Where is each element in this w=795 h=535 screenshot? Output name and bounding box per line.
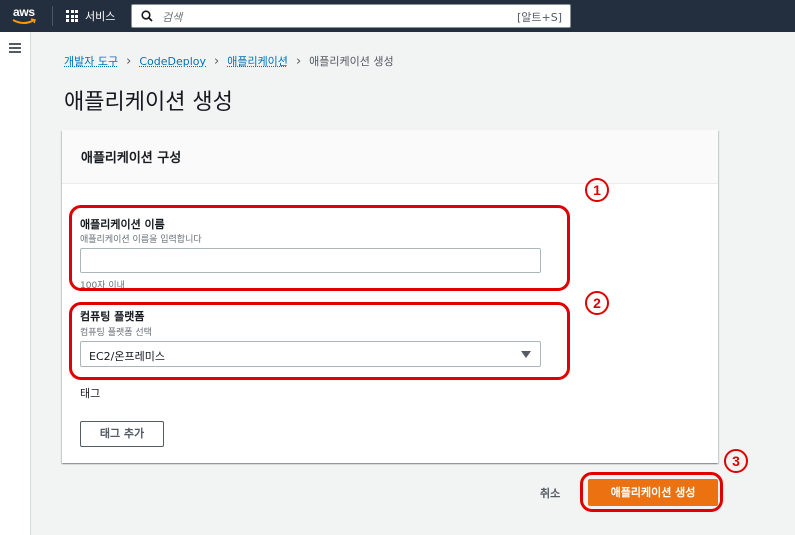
nav-divider bbox=[52, 6, 53, 26]
chevron-right-icon: › bbox=[214, 53, 220, 69]
breadcrumb-developer-tools[interactable]: 개발자 도구 bbox=[64, 53, 118, 69]
search-icon bbox=[141, 10, 153, 22]
menu-icon[interactable] bbox=[9, 43, 21, 53]
cancel-button[interactable]: 취소 bbox=[540, 485, 560, 501]
breadcrumb: 개발자 도구 › CodeDeploy › 애플리케이션 › 애플리케이션 생성 bbox=[64, 53, 394, 69]
annotation-number-2: 2 bbox=[585, 291, 609, 315]
panel-title: 애플리케이션 구성 bbox=[81, 151, 182, 166]
highlight-box-1 bbox=[69, 205, 570, 291]
services-label: 서비스 bbox=[85, 10, 116, 23]
services-menu-button[interactable]: 서비스 bbox=[66, 8, 115, 24]
aws-logo-text: aws bbox=[13, 5, 35, 19]
aws-logo[interactable]: aws bbox=[12, 4, 40, 28]
side-navigation-rail bbox=[0, 32, 31, 535]
aws-smile-icon bbox=[12, 18, 36, 24]
add-tag-button[interactable]: 태그 추가 bbox=[80, 421, 164, 447]
search-input[interactable]: 검색 [알트+S] bbox=[131, 4, 571, 28]
application-config-panel: 애플리케이션 구성 bbox=[62, 130, 718, 463]
tags-label: 태그 bbox=[80, 387, 101, 400]
chevron-right-icon: › bbox=[295, 53, 302, 69]
top-navigation-bar: aws 서비스 검색 [알트+S] bbox=[0, 0, 795, 32]
annotation-number-1: 1 bbox=[585, 178, 609, 202]
search-shortcut-hint: [알트+S] bbox=[516, 11, 562, 24]
highlight-box-3 bbox=[580, 472, 723, 512]
annotation-number-3: 3 bbox=[724, 449, 748, 473]
highlight-box-2 bbox=[69, 302, 570, 380]
breadcrumb-applications[interactable]: 애플리케이션 bbox=[227, 53, 288, 69]
page-title: 애플리케이션 생성 bbox=[64, 90, 233, 115]
search-placeholder: 검색 bbox=[162, 11, 183, 24]
breadcrumb-current: 애플리케이션 생성 bbox=[309, 55, 394, 68]
panel-header: 애플리케이션 구성 bbox=[62, 130, 718, 184]
grid-icon bbox=[66, 10, 78, 22]
chevron-right-icon: › bbox=[126, 53, 132, 69]
breadcrumb-codedeploy[interactable]: CodeDeploy bbox=[139, 55, 206, 68]
